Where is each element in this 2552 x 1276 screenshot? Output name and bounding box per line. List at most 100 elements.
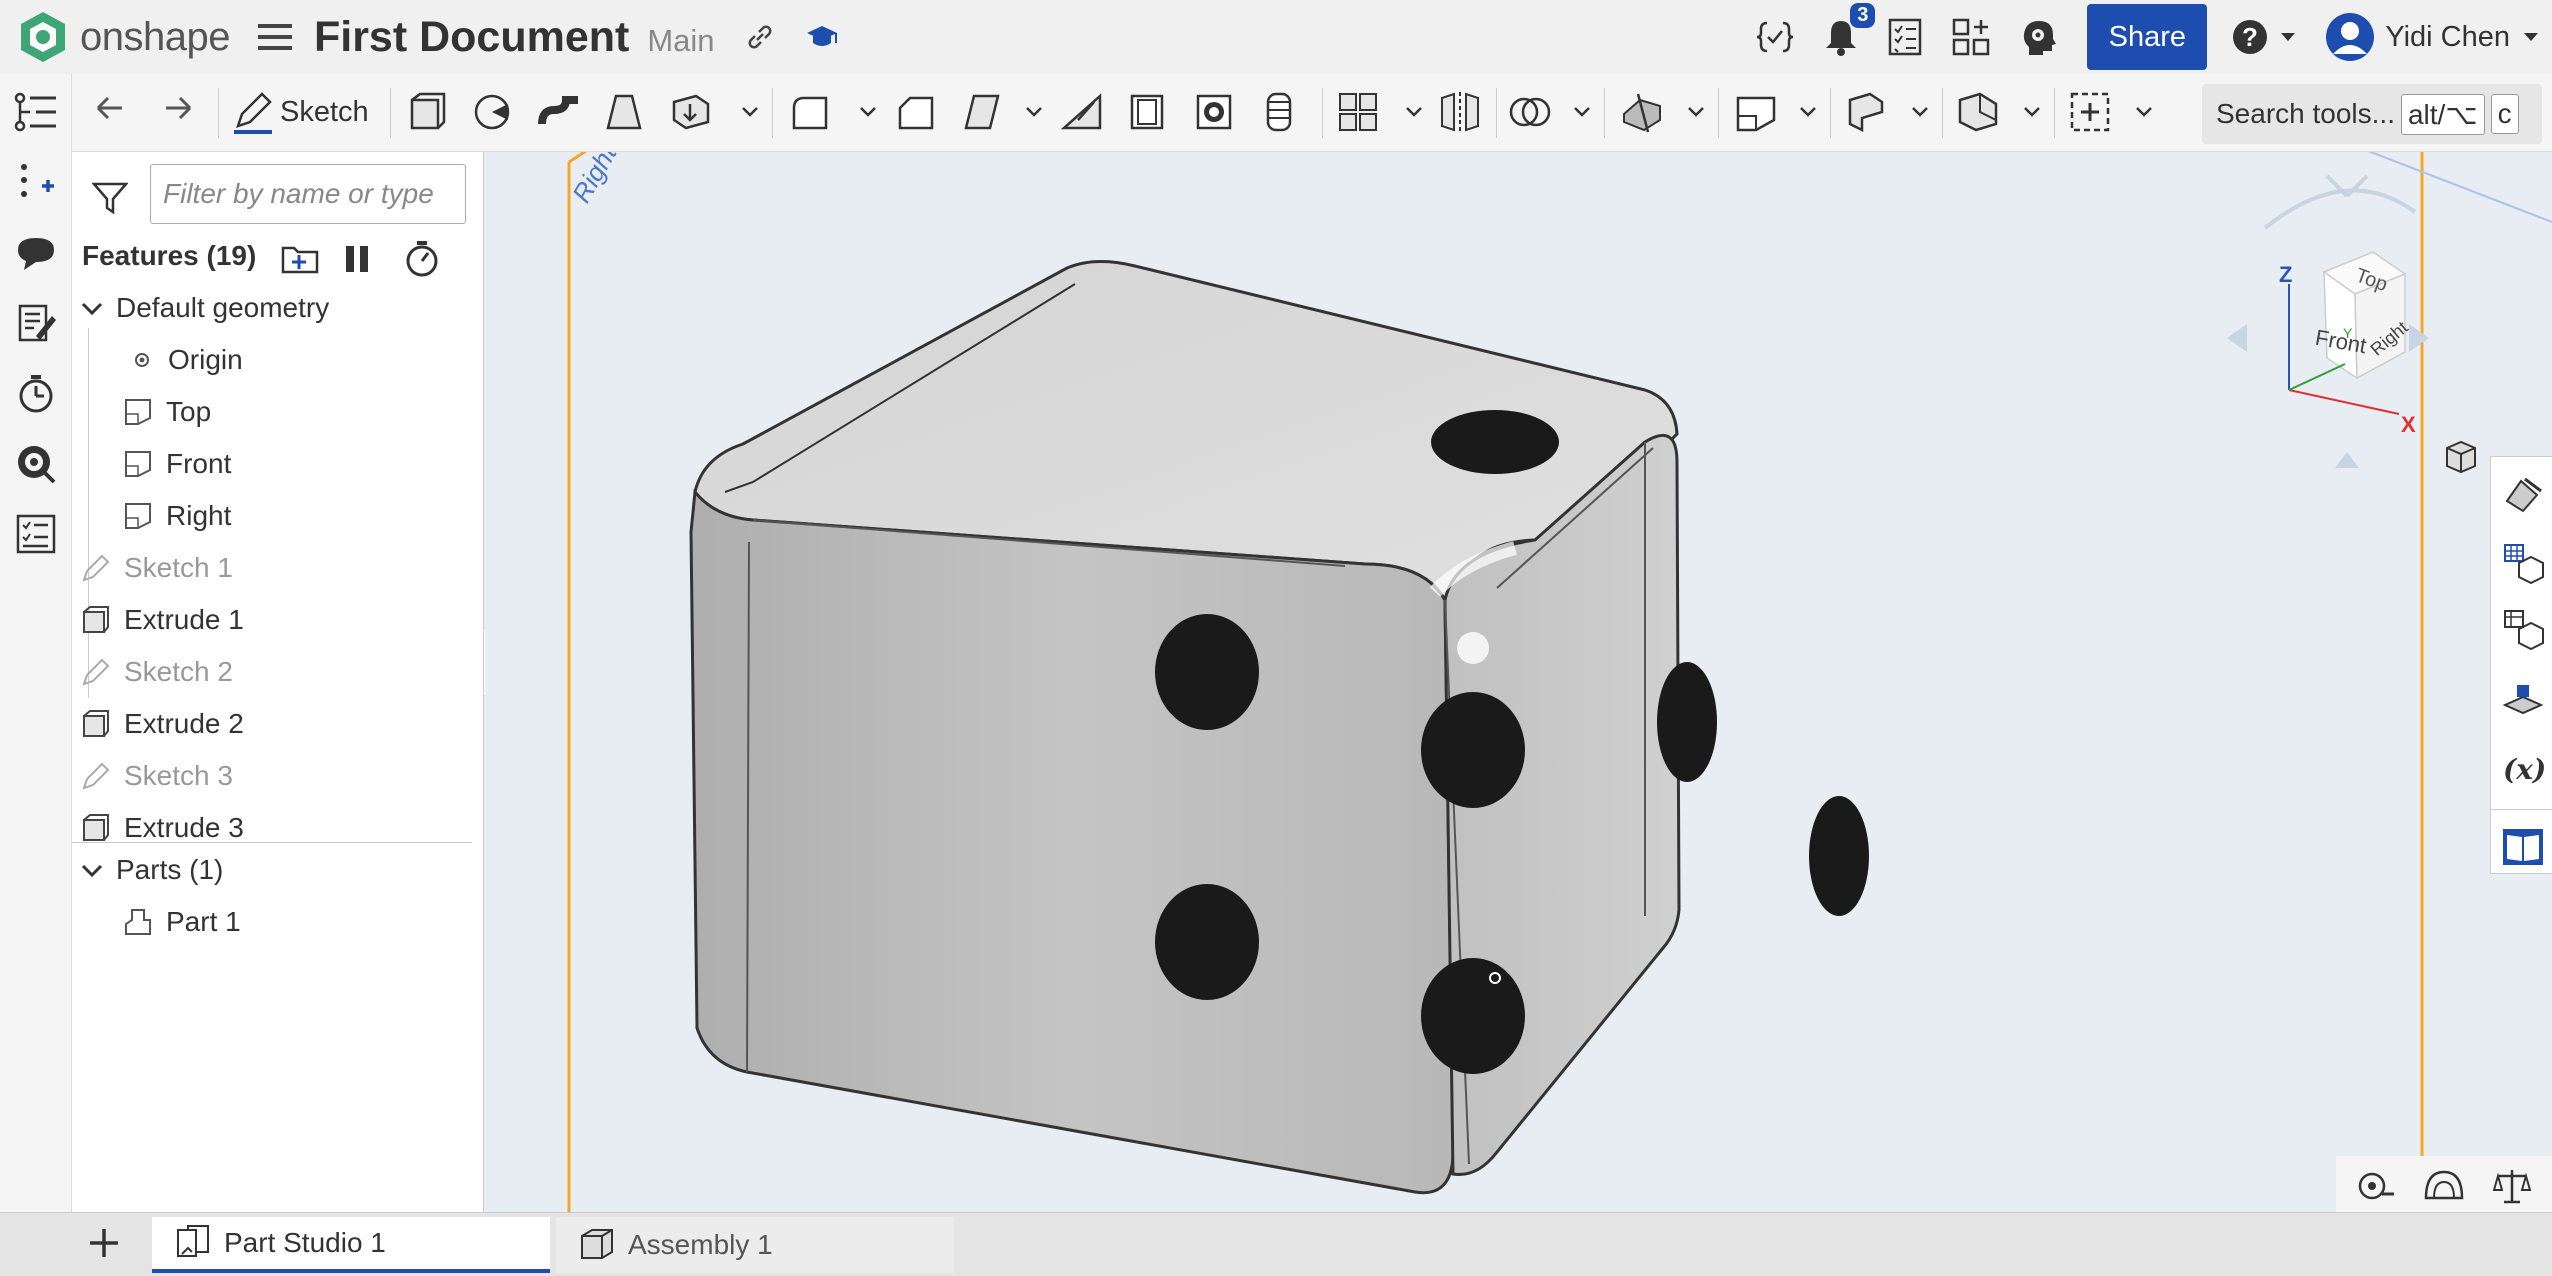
notes-icon[interactable]: [14, 302, 58, 346]
tree-item-sketch-1[interactable]: Sketch 1: [80, 552, 233, 584]
link-icon[interactable]: [745, 22, 775, 52]
tree-item-top-plane[interactable]: Top: [122, 396, 211, 428]
tree-item-label: Part 1: [166, 906, 241, 937]
view-cube[interactable]: Top Front Right Z X Y: [2227, 174, 2429, 468]
measure-tape-icon[interactable]: [2356, 1168, 2396, 1204]
feature-list-icon[interactable]: [14, 92, 58, 132]
chevron-down-icon[interactable]: [2134, 90, 2154, 134]
document-title[interactable]: First Document: [314, 13, 629, 62]
chevron-down-icon: [81, 302, 103, 316]
tree-item-front-plane[interactable]: Front: [122, 448, 231, 480]
chevron-down-icon[interactable]: [1798, 90, 1818, 134]
extrude-icon[interactable]: [406, 90, 450, 134]
die-part[interactable]: [689, 259, 1869, 1195]
tree-item-part-1[interactable]: Part 1: [122, 906, 241, 938]
chevron-down-icon[interactable]: [1910, 90, 1930, 134]
onshape-logo-icon: [21, 12, 65, 62]
variable-icon[interactable]: (x): [2501, 747, 2545, 791]
graphics-area[interactable]: Right Top Front Right Z X Y: [485, 152, 2552, 1212]
sweep-icon[interactable]: [538, 90, 582, 134]
appearance-panel-icon[interactable]: [2501, 471, 2545, 515]
checklist-icon[interactable]: [14, 512, 58, 556]
chevron-down-icon[interactable]: [2022, 90, 2042, 134]
add-custom-feature-icon[interactable]: [2068, 90, 2112, 134]
tree-item-right-plane[interactable]: Right: [122, 500, 231, 532]
insert-icon[interactable]: [14, 162, 58, 202]
app-store-button[interactable]: [1951, 17, 1991, 57]
chevron-down-icon[interactable]: [1686, 90, 1706, 134]
sketch-pencil-icon[interactable]: [232, 90, 274, 134]
hole-icon[interactable]: [1192, 90, 1236, 134]
pause-icon[interactable]: [340, 238, 376, 278]
boolean-icon[interactable]: [1508, 90, 1552, 134]
document-branch[interactable]: Main: [647, 23, 714, 59]
sheet-metal-icon[interactable]: [1844, 90, 1888, 134]
sketch-icon: [82, 762, 110, 790]
chamfer-icon[interactable]: [894, 90, 938, 134]
frame-icon[interactable]: [1956, 90, 2000, 134]
revolve-icon[interactable]: [472, 90, 516, 134]
protractor-icon[interactable]: [2424, 1168, 2464, 1204]
history-icon[interactable]: [14, 372, 58, 416]
default-geometry-group[interactable]: Default geometry: [80, 292, 329, 324]
tree-item-extrude-2[interactable]: Extrude 2: [80, 708, 244, 740]
rib-icon[interactable]: [1060, 90, 1104, 134]
tree-item-extrude-1[interactable]: Extrude 1: [80, 604, 244, 636]
apps-icon: [1953, 18, 1990, 56]
appearance-icon[interactable]: [14, 442, 58, 486]
parts-group[interactable]: Parts (1): [80, 854, 223, 886]
mass-properties-icon[interactable]: [2501, 679, 2545, 723]
chevron-down-icon[interactable]: [1572, 90, 1592, 134]
draft-icon[interactable]: [960, 90, 1004, 134]
configurations-icon[interactable]: [2501, 607, 2545, 651]
help-button[interactable]: ?: [2231, 18, 2297, 56]
tab-part-studio-1[interactable]: Part Studio 1: [152, 1217, 550, 1273]
chevron-down-icon[interactable]: [1404, 90, 1424, 134]
search-tools-button[interactable]: Search tools... alt/⌥ c: [2202, 84, 2542, 144]
chevron-down-icon[interactable]: [740, 90, 760, 134]
shell-icon[interactable]: [1126, 90, 1170, 134]
onshape-logo[interactable]: onshape: [18, 10, 230, 64]
tab-assembly-1[interactable]: Assembly 1: [556, 1217, 954, 1273]
variables-button[interactable]: [1755, 17, 1795, 57]
redo-icon[interactable]: [158, 90, 198, 130]
mirror-icon[interactable]: [1438, 90, 1482, 134]
top-bar: onshape First Document Main 3 Share ? Yi…: [0, 0, 2552, 74]
thicken-icon[interactable]: [668, 90, 712, 134]
timer-icon[interactable]: [402, 238, 442, 278]
comments-icon[interactable]: [14, 234, 58, 274]
tree-item-origin[interactable]: Origin: [128, 344, 243, 376]
3d-model-view[interactable]: Right Top Front Right Z X Y: [485, 152, 2552, 1212]
fillet-icon[interactable]: [788, 90, 832, 134]
tree-item-extrude-3[interactable]: Extrude 3: [80, 812, 244, 842]
filter-icon[interactable]: [92, 180, 128, 216]
add-folder-icon[interactable]: [280, 238, 320, 278]
filter-input[interactable]: [150, 164, 466, 224]
view-options-icon[interactable]: [2446, 440, 2476, 474]
learning-center-icon[interactable]: [805, 22, 839, 52]
notifications-button[interactable]: 3: [1823, 3, 1876, 57]
chevron-down-icon[interactable]: [858, 90, 878, 134]
add-tab-icon[interactable]: [84, 1223, 124, 1263]
sketch-button[interactable]: Sketch: [280, 96, 369, 129]
menu-icon[interactable]: [257, 22, 292, 52]
thread-icon[interactable]: [1258, 90, 1302, 134]
manual-book-icon[interactable]: [2501, 825, 2545, 869]
bom-table-icon[interactable]: [2501, 541, 2545, 585]
tree-item-sketch-2[interactable]: Sketch 2: [80, 656, 233, 688]
tree-item-label: Front: [166, 448, 232, 479]
loft-icon[interactable]: [602, 90, 646, 134]
split-icon[interactable]: [1620, 90, 1664, 134]
undo-icon[interactable]: [90, 90, 130, 130]
ai-advisor-button[interactable]: [2019, 17, 2059, 57]
tab-label: Part Studio 1: [224, 1227, 386, 1258]
share-button[interactable]: Share: [2087, 4, 2208, 70]
balance-scale-icon[interactable]: [2492, 1166, 2532, 1206]
tree-item-sketch-3[interactable]: Sketch 3: [80, 760, 233, 792]
user-name: Yidi Chen: [2385, 20, 2510, 53]
linear-pattern-icon[interactable]: [1336, 90, 1380, 134]
chevron-down-icon[interactable]: [1024, 90, 1044, 134]
tasks-button[interactable]: [1887, 17, 1923, 57]
user-menu[interactable]: Yidi Chen: [2325, 12, 2540, 62]
plane-icon[interactable]: [1734, 90, 1778, 134]
